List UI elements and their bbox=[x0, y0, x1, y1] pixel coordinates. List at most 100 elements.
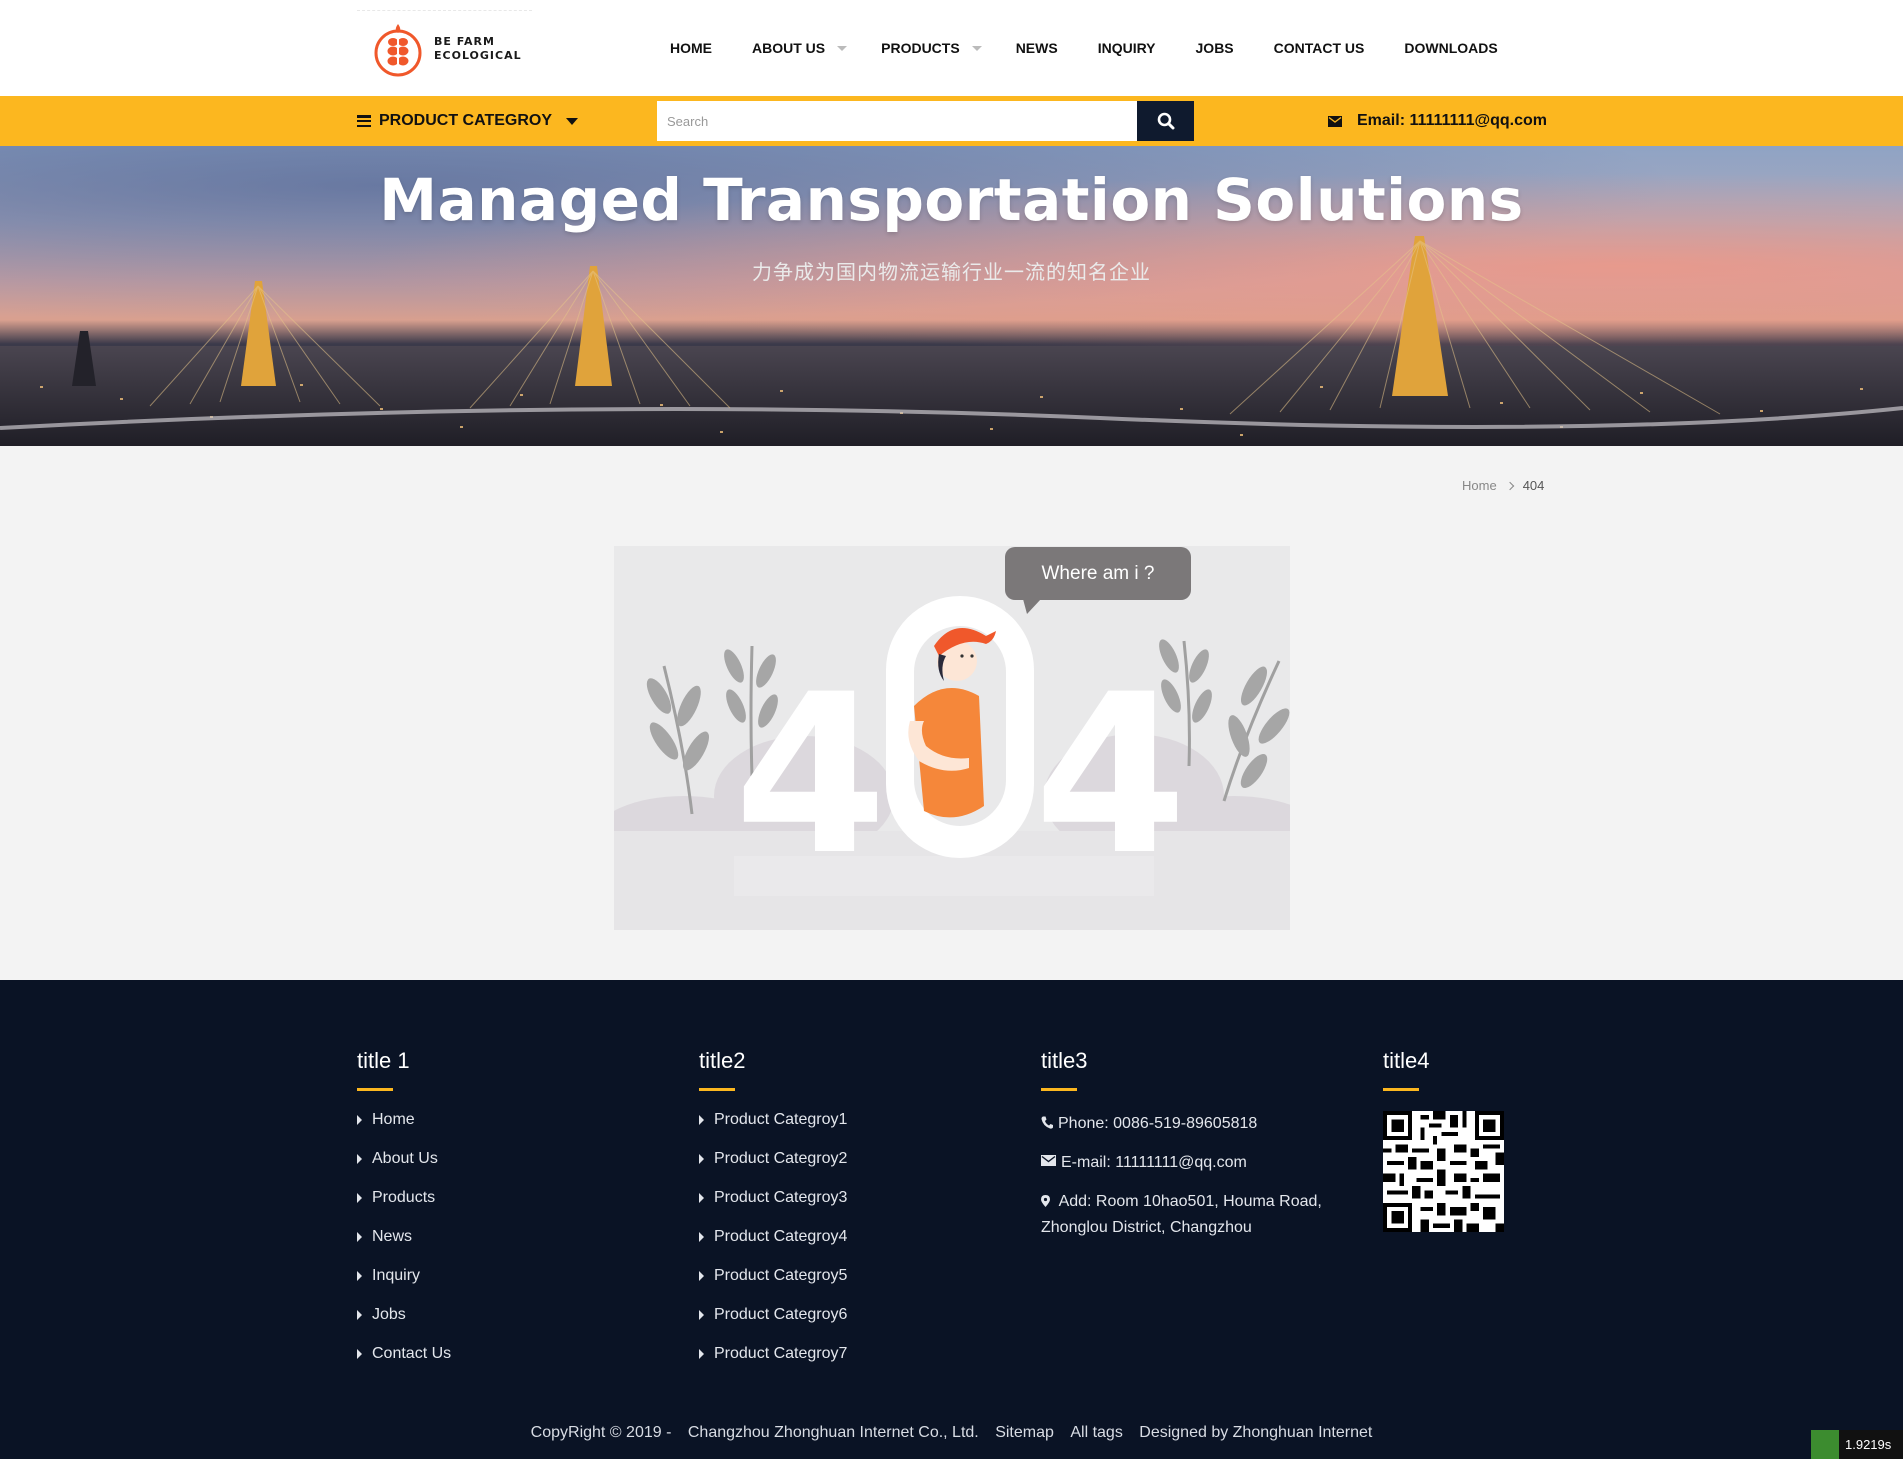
footer-link-products[interactable]: Products bbox=[357, 1189, 657, 1228]
menu-icon bbox=[357, 115, 371, 127]
designer-link[interactable]: Designed by Zhonghuan Internet bbox=[1139, 1424, 1372, 1441]
footer-email[interactable]: E-mail: 11111111@qq.com bbox=[1041, 1150, 1341, 1176]
product-category-dropdown[interactable]: PRODUCT CATEGROY bbox=[357, 96, 579, 146]
header-email-text: Email: 11111111@qq.com bbox=[1357, 112, 1547, 129]
lost-person-404-image: 4 4 bbox=[614, 596, 1290, 930]
footer-link-category-3[interactable]: Product Categroy3 bbox=[699, 1189, 999, 1228]
footer-col-4-title: title4 bbox=[1383, 1048, 1430, 1073]
envelope-icon bbox=[1041, 1155, 1056, 1166]
search-icon bbox=[1157, 112, 1174, 130]
footer-col-4: title4 bbox=[1383, 1048, 1583, 1232]
nav-contact-us-label: CONTACT US bbox=[1273, 40, 1365, 56]
logo-line1: BE FARM bbox=[434, 34, 495, 48]
nav-inquiry-label: INQUIRY bbox=[1097, 40, 1156, 56]
caret-right-icon bbox=[699, 1310, 704, 1320]
title-underline bbox=[1041, 1088, 1077, 1091]
nav-home[interactable]: HOME bbox=[650, 0, 732, 96]
caret-right-icon bbox=[357, 1115, 362, 1125]
header-email[interactable]: Email: 11111111@qq.com bbox=[1328, 96, 1547, 146]
footer-link-home[interactable]: Home bbox=[357, 1111, 657, 1150]
footer-link-about-us[interactable]: About Us bbox=[357, 1150, 657, 1189]
logo-line2: ECOLOGICAL bbox=[434, 48, 522, 62]
footer-link-category-6[interactable]: Product Categroy6 bbox=[699, 1306, 999, 1345]
caret-right-icon bbox=[699, 1349, 704, 1359]
caret-right-icon bbox=[699, 1193, 704, 1203]
load-time-text: 1.9219s bbox=[1845, 1437, 1892, 1452]
copyright-prefix: CopyRight © 2019 - bbox=[530, 1424, 672, 1441]
caret-right-icon bbox=[357, 1193, 362, 1203]
nav-news-label: NEWS bbox=[1015, 40, 1058, 56]
footer-links-2: Product Categroy1 Product Categroy2 Prod… bbox=[699, 1111, 999, 1384]
footer-link-label: About Us bbox=[372, 1150, 438, 1167]
nav-downloads[interactable]: DOWNLOADS bbox=[1384, 0, 1517, 96]
search-button[interactable] bbox=[1137, 101, 1194, 141]
nav-jobs[interactable]: JOBS bbox=[1176, 0, 1254, 96]
caret-down-icon bbox=[566, 117, 579, 125]
footer-link-category-7[interactable]: Product Categroy7 bbox=[699, 1345, 999, 1384]
footer-link-category-1[interactable]: Product Categroy1 bbox=[699, 1111, 999, 1150]
nav-jobs-label: JOBS bbox=[1195, 40, 1234, 56]
footer-link-category-5[interactable]: Product Categroy5 bbox=[699, 1267, 999, 1306]
footer-link-label: Product Categroy2 bbox=[714, 1150, 848, 1167]
caret-right-icon bbox=[357, 1310, 362, 1320]
footer-col-2: title2 Product Categroy1 Product Categro… bbox=[699, 1048, 999, 1384]
banner-title: Managed Transportation Solutions bbox=[379, 166, 1524, 234]
title-underline bbox=[357, 1088, 393, 1091]
nav-news[interactable]: NEWS bbox=[1002, 0, 1078, 96]
site-footer: title 1 Home About Us Products News Inqu… bbox=[0, 980, 1903, 1459]
footer-link-label: Products bbox=[372, 1189, 436, 1206]
footer-link-category-4[interactable]: Product Categroy4 bbox=[699, 1228, 999, 1267]
hero-banner: Managed Transportation Solutions 力争成为国内物… bbox=[0, 146, 1903, 446]
envelope-icon bbox=[1328, 115, 1342, 127]
banner-subtitle: 力争成为国内物流运输行业一流的知名企业 bbox=[752, 262, 1151, 284]
title-underline bbox=[699, 1088, 735, 1091]
chevron-down-icon bbox=[837, 45, 848, 51]
footer-link-label: Product Categroy5 bbox=[714, 1267, 848, 1284]
caret-right-icon bbox=[357, 1271, 362, 1281]
error-illustration: 4 4 bbox=[614, 546, 1290, 930]
footer-link-inquiry[interactable]: Inquiry bbox=[357, 1267, 657, 1306]
phone-icon bbox=[1041, 1116, 1053, 1129]
qr-code-image bbox=[1383, 1111, 1504, 1232]
nav-about-us[interactable]: ABOUT US bbox=[732, 0, 867, 96]
footer-phone-text: Phone: 0086-519-89605818 bbox=[1058, 1115, 1258, 1132]
nav-contact-us[interactable]: CONTACT US bbox=[1254, 0, 1385, 96]
chevron-right-icon bbox=[1505, 481, 1514, 490]
site-header: BE FARM ECOLOGICAL HOME ABOUT US PRODUCT… bbox=[0, 0, 1903, 96]
footer-email-text: E-mail: 11111111@qq.com bbox=[1061, 1154, 1247, 1171]
all-tags-link[interactable]: All tags bbox=[1070, 1424, 1122, 1441]
copyright-company-link[interactable]: Changzhou Zhonghuan Internet Co., Ltd. bbox=[688, 1424, 979, 1441]
main-nav: HOME ABOUT US PRODUCTS NEWS INQUIRY JOBS… bbox=[650, 0, 1518, 96]
footer-link-category-2[interactable]: Product Categroy2 bbox=[699, 1150, 999, 1189]
footer-address-text: Add: Room 10hao501, Houma Road, Zhonglou… bbox=[1041, 1193, 1322, 1236]
footer-link-label: Product Categroy4 bbox=[714, 1228, 848, 1245]
footer-col-3-title: title3 bbox=[1041, 1048, 1088, 1073]
footer-link-label: Product Categroy1 bbox=[714, 1111, 848, 1128]
product-category-label: PRODUCT CATEGROY bbox=[379, 112, 553, 129]
nav-inquiry[interactable]: INQUIRY bbox=[1078, 0, 1176, 96]
footer-link-contact-us[interactable]: Contact Us bbox=[357, 1345, 657, 1384]
nav-about-us-label: ABOUT US bbox=[752, 40, 826, 56]
footer-link-label: Product Categroy3 bbox=[714, 1189, 848, 1206]
footer-col-1: title 1 Home About Us Products News Inqu… bbox=[357, 1048, 657, 1384]
footer-link-jobs[interactable]: Jobs bbox=[357, 1306, 657, 1345]
breadcrumb-home[interactable]: Home bbox=[1462, 478, 1497, 493]
footer-col-3: title3 Phone: 0086-519-89605818 E-mail: … bbox=[1041, 1048, 1341, 1254]
footer-link-label: News bbox=[372, 1228, 413, 1245]
leaf-icon bbox=[1811, 1430, 1839, 1459]
footer-col-1-title: title 1 bbox=[357, 1048, 410, 1073]
footer-link-label: Home bbox=[372, 1111, 415, 1128]
nav-products[interactable]: PRODUCTS bbox=[867, 0, 1002, 96]
breadcrumb-current: 404 bbox=[1522, 478, 1545, 493]
search-input[interactable] bbox=[657, 101, 1137, 141]
caret-right-icon bbox=[699, 1271, 704, 1281]
caret-right-icon bbox=[699, 1154, 704, 1164]
footer-col-2-title: title2 bbox=[699, 1048, 746, 1073]
site-logo[interactable]: BE FARM ECOLOGICAL bbox=[357, 10, 532, 86]
footer-link-label: Contact Us bbox=[372, 1345, 452, 1362]
load-time-badge: 1.9219s bbox=[1811, 1430, 1903, 1459]
sitemap-link[interactable]: Sitemap bbox=[995, 1424, 1054, 1441]
chevron-down-icon bbox=[971, 45, 982, 51]
footer-link-news[interactable]: News bbox=[357, 1228, 657, 1267]
category-search-bar: PRODUCT CATEGROY Email: 11111111@qq.com bbox=[0, 96, 1903, 146]
